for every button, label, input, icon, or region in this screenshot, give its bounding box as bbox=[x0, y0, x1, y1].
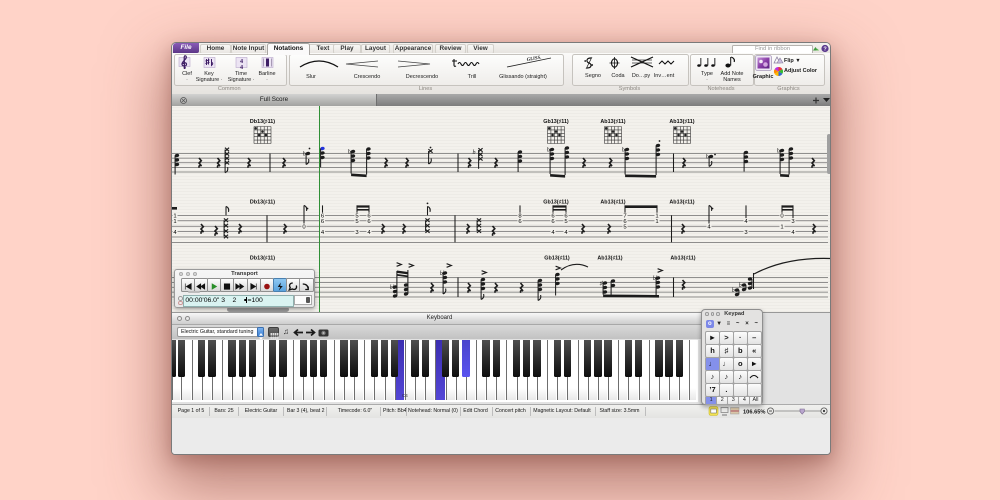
svg-text:1: 1 bbox=[655, 219, 658, 225]
svg-text:Db13(♯11): Db13(♯11) bbox=[250, 119, 275, 125]
svg-text:bb: bb bbox=[653, 276, 659, 282]
svg-text:b: b bbox=[706, 154, 709, 160]
svg-text:bb: bb bbox=[390, 285, 396, 291]
svg-text:b: b bbox=[622, 147, 625, 153]
svg-text:bb: bb bbox=[440, 271, 446, 277]
svg-text:Ab13(♯11): Ab13(♯11) bbox=[669, 199, 694, 205]
svg-text:Gb13(♯11): Gb13(♯11) bbox=[543, 199, 569, 205]
svg-text:Gb13(♯11): Gb13(♯11) bbox=[544, 255, 570, 261]
svg-text:b: b bbox=[547, 147, 550, 153]
svg-text:b: b bbox=[739, 283, 742, 289]
svg-text:b: b bbox=[777, 148, 780, 154]
svg-text:Ab13(♯11): Ab13(♯11) bbox=[600, 199, 625, 205]
svg-text:Ab13(♯11): Ab13(♯11) bbox=[670, 255, 695, 261]
svg-text:Ab13(♯11): Ab13(♯11) bbox=[600, 119, 625, 125]
svg-text:Db13(♯11): Db13(♯11) bbox=[250, 199, 275, 205]
svg-text:b: b bbox=[473, 150, 476, 156]
svg-text:Ab13(♯11): Ab13(♯11) bbox=[597, 255, 622, 261]
svg-text:1: 1 bbox=[780, 224, 783, 230]
svg-text:Ab13(♯11): Ab13(♯11) bbox=[669, 119, 694, 125]
svg-text:b: b bbox=[348, 149, 351, 155]
svg-text:Gb13(♯11): Gb13(♯11) bbox=[543, 119, 569, 125]
svg-text:Db13(♯11): Db13(♯11) bbox=[250, 255, 275, 261]
svg-text:106.65%: 106.65% bbox=[743, 409, 765, 415]
svg-text:GLISS.: GLISS. bbox=[526, 55, 541, 62]
svg-text:1: 1 bbox=[173, 219, 176, 225]
svg-text:b: b bbox=[303, 151, 306, 157]
svg-text:b: b bbox=[732, 288, 735, 294]
